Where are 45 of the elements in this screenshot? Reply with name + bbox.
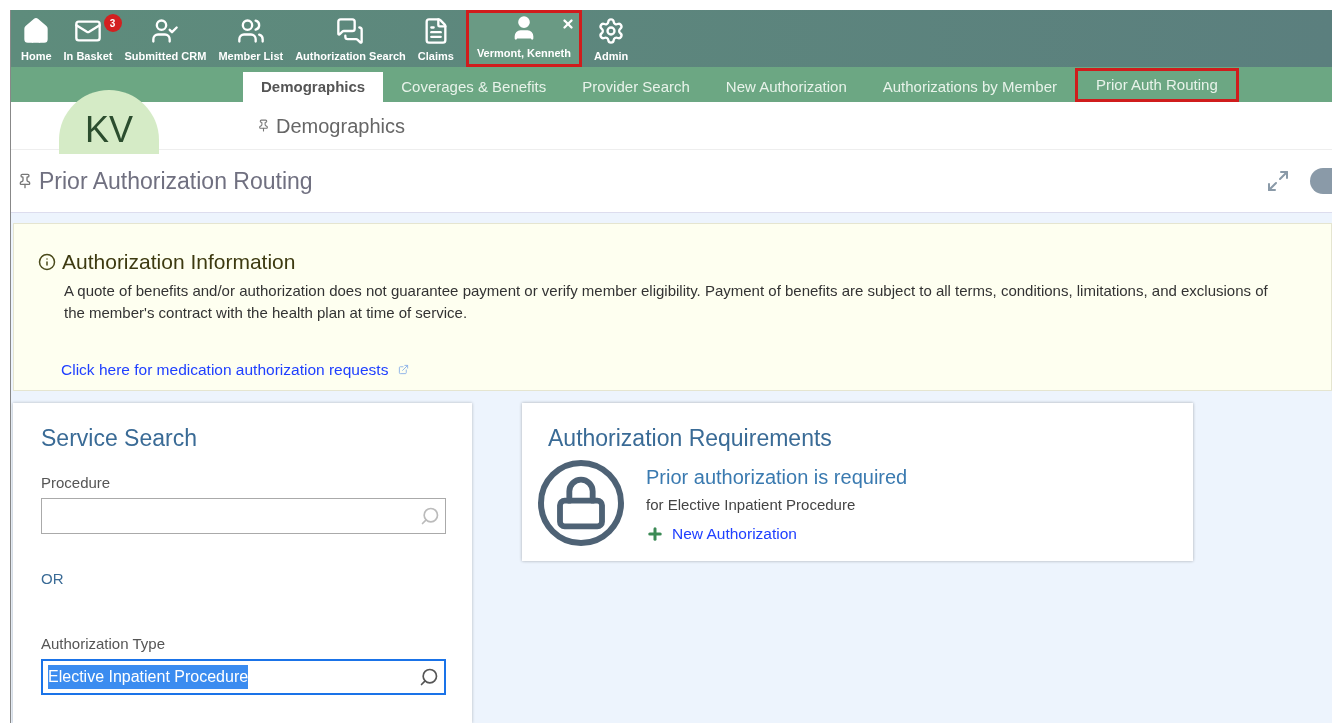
field-value: Elective Inpatient Procedure xyxy=(48,665,249,689)
or-label: OR xyxy=(41,569,65,589)
search-field[interactable] xyxy=(41,498,446,534)
nav-item[interactable]: Authorization Search xyxy=(289,10,412,68)
field-label: Procedure xyxy=(41,472,112,493)
nav-item[interactable]: Admin xyxy=(588,10,635,68)
plus-icon xyxy=(646,524,664,543)
tab[interactable]: New Authorization xyxy=(707,72,865,103)
nav-item[interactable]: Home xyxy=(15,10,58,68)
nav-item[interactable]: Vermont, Kenneth xyxy=(465,10,582,68)
chat-icon xyxy=(336,16,365,45)
tab[interactable]: Demographics xyxy=(243,72,384,103)
pin-icon[interactable] xyxy=(257,119,270,133)
section-title: Demographics xyxy=(276,113,405,139)
pin-icon[interactable] xyxy=(17,173,33,190)
person-icon xyxy=(151,16,180,45)
nav-item[interactable]: In Basket 3 xyxy=(57,10,119,68)
page-title: Prior Authorization Routing xyxy=(39,166,314,196)
medication-link[interactable]: Click here for medication authorization requests xyxy=(61,357,389,381)
new-authorization-link[interactable]: New Authorization xyxy=(672,522,797,546)
notification-badge: 3 xyxy=(103,14,122,32)
people-icon xyxy=(236,16,265,45)
tab[interactable]: Provider Search xyxy=(564,72,708,103)
requirement-detail: for Elective Inpatient Procedure xyxy=(646,494,857,515)
house-icon xyxy=(22,16,51,45)
info-icon xyxy=(38,252,56,271)
card-title: Authorization Requirements xyxy=(548,424,833,453)
external-link-icon xyxy=(398,363,410,375)
expand-icon[interactable] xyxy=(1266,169,1290,194)
search-field[interactable]: Elective Inpatient Procedure xyxy=(41,659,446,695)
tab[interactable]: Coverages & Benefits xyxy=(383,72,565,103)
info-title: Authorization Information xyxy=(62,249,296,275)
avatar: KV xyxy=(59,90,159,155)
tab[interactable]: Prior Auth Routing xyxy=(1075,68,1239,103)
tab[interactable]: Authorizations by Member xyxy=(864,72,1075,103)
nav-item[interactable]: Member List xyxy=(212,10,290,68)
info-text: A quote of benefits and/or authorization does not guarantee payment or verify member eligibility. Payment of benefits are subject to all terms, conditions, limitations, and exclusions of the member's contract with the health plan at time of service. xyxy=(64,280,1269,323)
field-label: Authorization Type xyxy=(41,633,166,654)
nav-item[interactable]: Claims xyxy=(411,10,460,68)
requirement-status: Prior authorization is required xyxy=(646,464,908,490)
search-icon[interactable] xyxy=(419,667,439,687)
card-title: Service Search xyxy=(41,424,198,453)
close-icon[interactable] xyxy=(561,17,575,31)
gear-icon xyxy=(597,16,626,45)
lock-icon xyxy=(538,459,624,546)
